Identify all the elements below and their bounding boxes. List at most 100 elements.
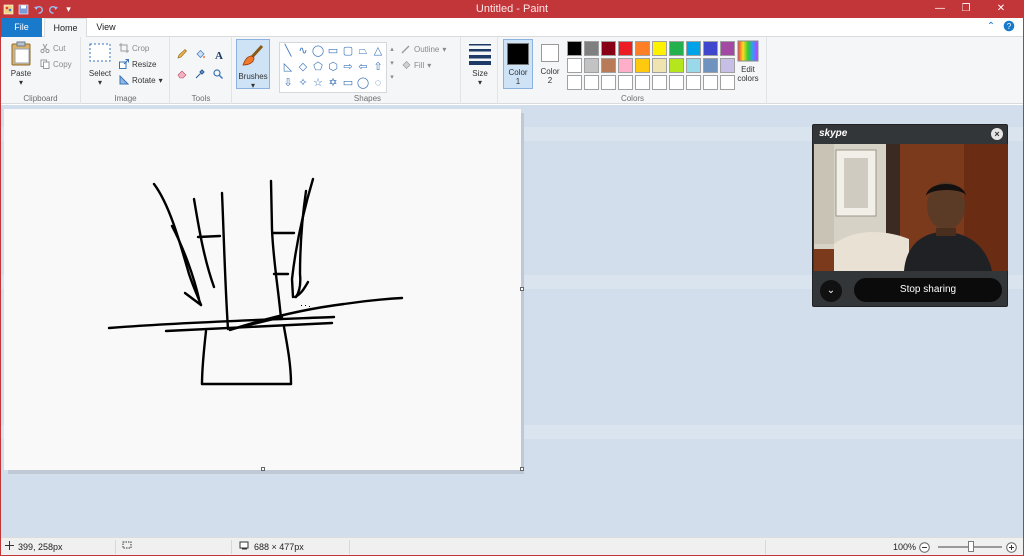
resize-button[interactable]: Resize — [119, 57, 156, 71]
palette-swatch[interactable] — [567, 41, 582, 56]
palette-swatch[interactable] — [652, 75, 667, 90]
paste-button[interactable]: Paste ▾ — [6, 40, 36, 87]
color-picker-tool[interactable] — [195, 67, 205, 81]
palette-swatch[interactable] — [686, 41, 701, 56]
fill-icon — [401, 60, 411, 70]
palette-swatch[interactable] — [703, 41, 718, 56]
close-window-icon[interactable]: ✕ — [979, 1, 1023, 18]
six-point-star-shape-icon[interactable]: ✡ — [326, 76, 340, 91]
palette-swatch[interactable] — [601, 41, 616, 56]
edit-colors-button[interactable]: Edit colors — [733, 40, 763, 83]
palette-swatch[interactable] — [618, 58, 633, 73]
triangle-shape-icon[interactable]: △ — [371, 44, 385, 59]
zoom-in-icon[interactable] — [1006, 538, 1017, 555]
select-dropdown-icon[interactable]: ▾ — [86, 78, 114, 87]
palette-swatch[interactable] — [584, 75, 599, 90]
resize-handle-right[interactable] — [520, 287, 524, 291]
size-dropdown-icon[interactable]: ▾ — [466, 78, 494, 87]
palette-swatch[interactable] — [703, 75, 718, 90]
text-tool[interactable]: A — [213, 47, 225, 62]
collapse-ribbon-icon[interactable]: ⌃ — [985, 20, 997, 34]
fill-dropdown-icon[interactable]: ▾ — [427, 61, 431, 70]
color2-button[interactable]: Color 2 — [536, 39, 564, 85]
polygon-shape-icon[interactable]: ⏢ — [356, 44, 370, 59]
restore-icon[interactable]: ❐ — [953, 1, 979, 18]
minimize-icon[interactable]: — — [927, 1, 953, 18]
palette-swatch[interactable] — [635, 75, 650, 90]
skype-expand-icon[interactable]: ⌄ — [820, 280, 842, 302]
palette-swatch[interactable] — [703, 58, 718, 73]
palette-swatch[interactable] — [635, 58, 650, 73]
palette-swatch[interactable] — [686, 75, 701, 90]
color1-button[interactable]: Color 1 — [503, 39, 533, 89]
right-triangle-shape-icon[interactable]: ◺ — [281, 60, 295, 75]
rounded-rectangle-shape-icon[interactable]: ▢ — [341, 44, 355, 59]
eraser-icon — [177, 69, 187, 79]
palette-swatch[interactable] — [584, 41, 599, 56]
down-arrow-shape-icon[interactable]: ⇩ — [281, 76, 295, 91]
pentagon-shape-icon[interactable]: ⬠ — [311, 60, 325, 75]
size-button[interactable]: Size ▾ — [466, 40, 494, 87]
five-point-star-shape-icon[interactable]: ☆ — [311, 76, 325, 91]
palette-swatch[interactable] — [567, 75, 582, 90]
palette-swatch[interactable] — [618, 41, 633, 56]
four-point-star-shape-icon[interactable]: ✧ — [296, 76, 310, 91]
skype-close-icon[interactable]: × — [991, 128, 1003, 140]
line-shape-icon[interactable]: ╲ — [281, 44, 295, 59]
brushes-dropdown-icon[interactable]: ▾ — [237, 81, 269, 90]
palette-swatch[interactable] — [601, 75, 616, 90]
paste-dropdown-icon[interactable]: ▾ — [6, 78, 36, 87]
palette-swatch[interactable] — [669, 75, 684, 90]
rotate-dropdown-icon[interactable]: ▾ — [159, 76, 163, 85]
select-button[interactable]: Select ▾ — [86, 40, 114, 87]
stop-sharing-button[interactable]: Stop sharing — [854, 278, 1002, 302]
fill-button[interactable]: Fill ▾ — [401, 58, 431, 72]
curve-shape-icon[interactable]: ∿ — [296, 44, 310, 59]
resize-handle-bottom[interactable] — [261, 467, 265, 471]
palette-swatch[interactable] — [652, 41, 667, 56]
palette-swatch[interactable] — [584, 58, 599, 73]
oval-shape-icon[interactable]: ◯ — [311, 44, 325, 59]
resize-handle-corner[interactable] — [520, 467, 524, 471]
outline-dropdown-icon[interactable]: ▾ — [442, 45, 446, 54]
brushes-button[interactable]: Brushes ▾ — [236, 39, 270, 90]
shapes-gallery[interactable]: ╲ ∿ ◯ ▭ ▢ ⏢ △ ◺ ◇ ⬠ ⬡ ⇨ ⇦ ⇧ ⇩ ✧ ☆ ✡ ▭ ◯ — [279, 42, 387, 93]
clipboard-group-label: Clipboard — [23, 94, 58, 103]
copy-button[interactable]: Copy — [40, 57, 72, 71]
shapes-scroll[interactable]: ▴ ▾ ▾ — [388, 43, 396, 85]
zoom-slider-thumb[interactable] — [968, 541, 974, 552]
help-icon[interactable]: ? — [1003, 20, 1015, 34]
right-arrow-shape-icon[interactable]: ⇨ — [341, 60, 355, 75]
outline-button[interactable]: Outline ▾ — [401, 42, 446, 56]
tools-group-label: Tools — [191, 94, 211, 103]
rotate-button[interactable]: Rotate ▾ — [119, 73, 163, 87]
diamond-shape-icon[interactable]: ◇ — [296, 60, 310, 75]
cloud-callout-shape-icon[interactable]: ◌ — [371, 76, 385, 91]
rect-callout-shape-icon[interactable]: ▭ — [341, 76, 355, 91]
palette-swatch[interactable] — [618, 75, 633, 90]
palette-swatch[interactable] — [601, 58, 616, 73]
palette-swatch[interactable] — [567, 58, 582, 73]
palette-swatch[interactable] — [635, 41, 650, 56]
zoom-out-icon[interactable] — [919, 538, 930, 555]
fill-tool[interactable] — [195, 47, 205, 61]
resize-label: Resize — [132, 59, 157, 69]
hexagon-shape-icon[interactable]: ⬡ — [326, 60, 340, 75]
magnifier-tool[interactable] — [213, 67, 223, 81]
palette-swatch[interactable] — [652, 58, 667, 73]
up-arrow-shape-icon[interactable]: ⇧ — [371, 60, 385, 75]
rectangle-shape-icon[interactable]: ▭ — [326, 44, 340, 59]
palette-swatch[interactable] — [669, 41, 684, 56]
palette-swatch[interactable] — [686, 58, 701, 73]
tab-home[interactable]: Home — [44, 18, 87, 38]
drawing-canvas[interactable] — [4, 109, 521, 470]
eraser-tool[interactable] — [177, 67, 187, 81]
left-arrow-shape-icon[interactable]: ⇦ — [356, 60, 370, 75]
crop-button[interactable]: Crop — [119, 41, 149, 55]
pencil-tool[interactable] — [177, 47, 187, 61]
palette-swatch[interactable] — [669, 58, 684, 73]
tab-file[interactable]: File — [1, 18, 42, 37]
cut-button[interactable]: Cut — [40, 41, 65, 55]
oval-callout-shape-icon[interactable]: ◯ — [356, 76, 370, 91]
tab-view[interactable]: View — [87, 18, 125, 37]
